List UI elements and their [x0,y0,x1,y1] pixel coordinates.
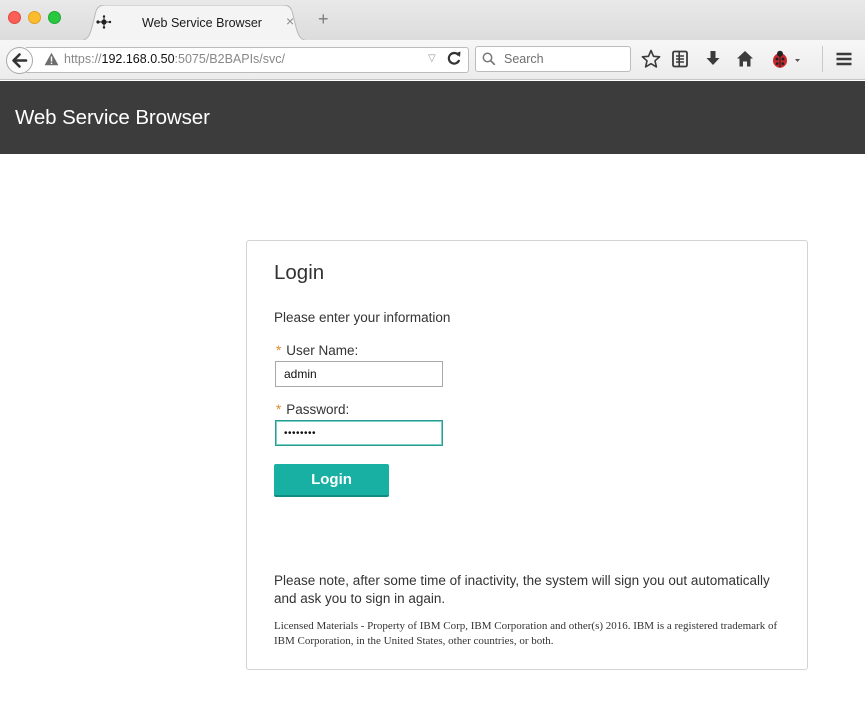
username-input[interactable] [275,361,443,387]
back-button[interactable] [6,47,33,74]
network-favicon-icon [96,15,112,29]
username-label: * User Name: [276,343,359,358]
browser-tab[interactable]: Web Service Browser × [78,5,310,41]
window-close-button[interactable] [8,11,21,24]
inactivity-note: Please note, after some time of inactivi… [274,573,770,606]
window-zoom-button[interactable] [48,11,61,24]
ladybug-extension-icon[interactable] [770,48,802,70]
reload-icon[interactable] [446,49,462,67]
window-minimize-button[interactable] [28,11,41,24]
app-title: Web Service Browser [15,106,210,129]
reader-list-icon[interactable] [669,48,691,70]
app-header: Web Service Browser [0,81,865,154]
download-icon[interactable] [702,48,724,70]
tab-close-icon[interactable]: × [286,13,294,29]
required-mark: * [276,343,282,358]
tab-title: Web Service Browser [142,16,262,30]
search-icon [482,52,496,66]
menu-icon[interactable] [833,48,855,70]
password-input[interactable] [275,420,443,446]
new-tab-button[interactable]: + [318,10,329,28]
insecure-warning-icon[interactable] [44,52,59,66]
login-button[interactable]: Login [274,464,389,497]
browser-tab-strip: Web Service Browser × + [0,0,865,41]
url-history-dropdown-icon[interactable]: ▽ [428,53,436,64]
legal-notice: Licensed Materials - Property of IBM Cor… [274,620,778,647]
bookmark-star-icon[interactable] [640,48,662,70]
toolbar-separator [822,46,823,72]
login-instructions: Please enter your information [274,310,451,325]
url-text[interactable]: https://192.168.0.50:5075/B2BAPIs/svc/ [64,52,285,66]
login-heading: Login [274,261,325,284]
search-placeholder: Search [504,52,544,66]
login-card: Login Please enter your information * Use… [246,240,808,670]
search-box[interactable]: Search [475,46,631,72]
back-arrow-icon [12,53,28,68]
required-mark: * [276,402,282,417]
home-icon[interactable] [734,48,756,70]
password-label: * Password: [276,402,350,417]
